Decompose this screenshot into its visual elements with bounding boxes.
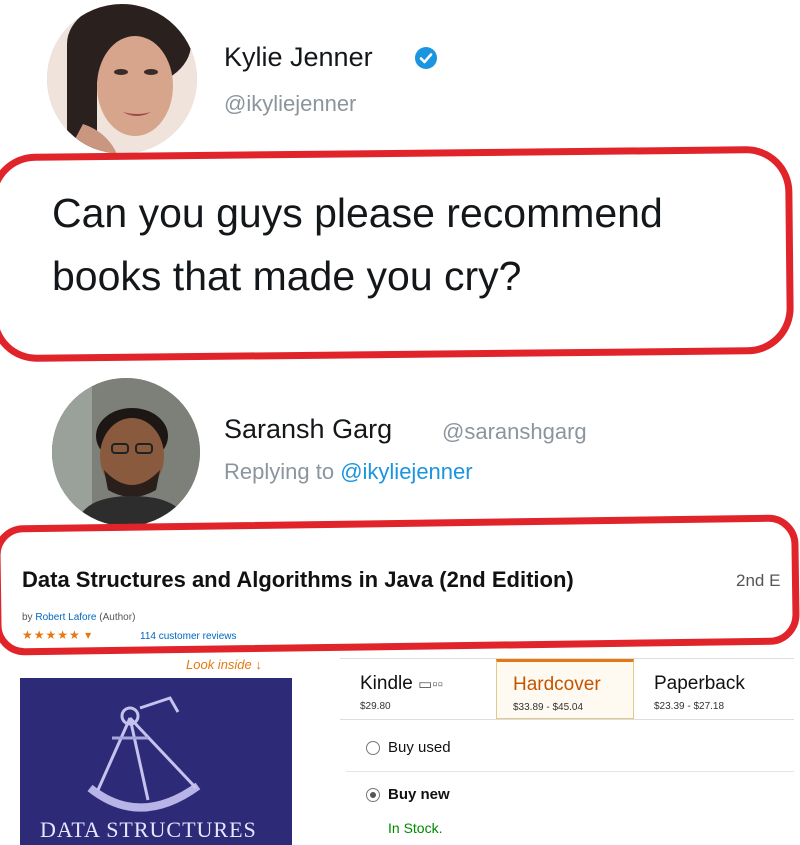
red-annotation-circle [0, 514, 800, 656]
radio-unselected-icon[interactable] [366, 741, 380, 756]
radio-selected-icon[interactable] [366, 788, 380, 803]
book-cover-image[interactable]: DATA STRUCTURES [20, 678, 292, 845]
format-selector: Kindle ▭▫▫ $29.80 Hardcover $33.89 - $45… [340, 658, 794, 720]
format-option-kindle[interactable]: Kindle ▭▫▫ $29.80 [340, 659, 492, 719]
look-inside-link[interactable]: Look inside ↓ [186, 657, 262, 672]
saransh-avatar-photo [52, 378, 200, 526]
reply-author-handle[interactable]: @saranshgarg [442, 419, 587, 445]
look-inside-label: Look inside [186, 657, 252, 672]
format-label: Kindle [360, 673, 413, 694]
format-kindle-label: Kindle ▭▫▫ [360, 673, 443, 695]
buy-new-option[interactable]: Buy new [366, 786, 450, 803]
format-price: $23.39 - $27.18 [654, 701, 725, 712]
replying-to-line: Replying to @ikyliejenner [224, 459, 473, 485]
format-option-paperback[interactable]: Paperback $23.39 - $27.18 [636, 659, 786, 719]
device-icon: ▭▫▫ [418, 676, 443, 693]
tweet-author-handle[interactable]: @ikyliejenner [224, 91, 356, 117]
format-price: $33.89 - $45.04 [513, 702, 584, 713]
arrow-down-icon: ↓ [255, 657, 262, 672]
divider [346, 771, 794, 772]
reply-author-name[interactable]: Saransh Garg [224, 414, 392, 445]
format-price: $29.80 [360, 701, 391, 712]
buy-new-label: Buy new [388, 786, 450, 803]
kylie-avatar-photo [47, 4, 197, 154]
format-option-hardcover[interactable]: Hardcover $33.89 - $45.04 [496, 659, 634, 719]
saransh-avatar[interactable] [52, 378, 200, 526]
cover-title: DATA STRUCTURES [40, 817, 257, 842]
kylie-avatar[interactable] [47, 4, 197, 154]
format-label: Hardcover [513, 674, 601, 695]
replying-to-prefix: Replying to [224, 459, 335, 484]
buy-used-label: Buy used [388, 739, 451, 756]
replying-to-mention-link[interactable]: @ikyliejenner [340, 459, 472, 484]
red-annotation-circle [0, 145, 795, 363]
tweet-author-name[interactable]: Kylie Jenner [224, 42, 373, 73]
buy-used-option[interactable]: Buy used [366, 739, 451, 756]
format-label: Paperback [654, 673, 745, 694]
verified-badge-icon [415, 47, 437, 69]
stock-status: In Stock. [388, 820, 443, 836]
